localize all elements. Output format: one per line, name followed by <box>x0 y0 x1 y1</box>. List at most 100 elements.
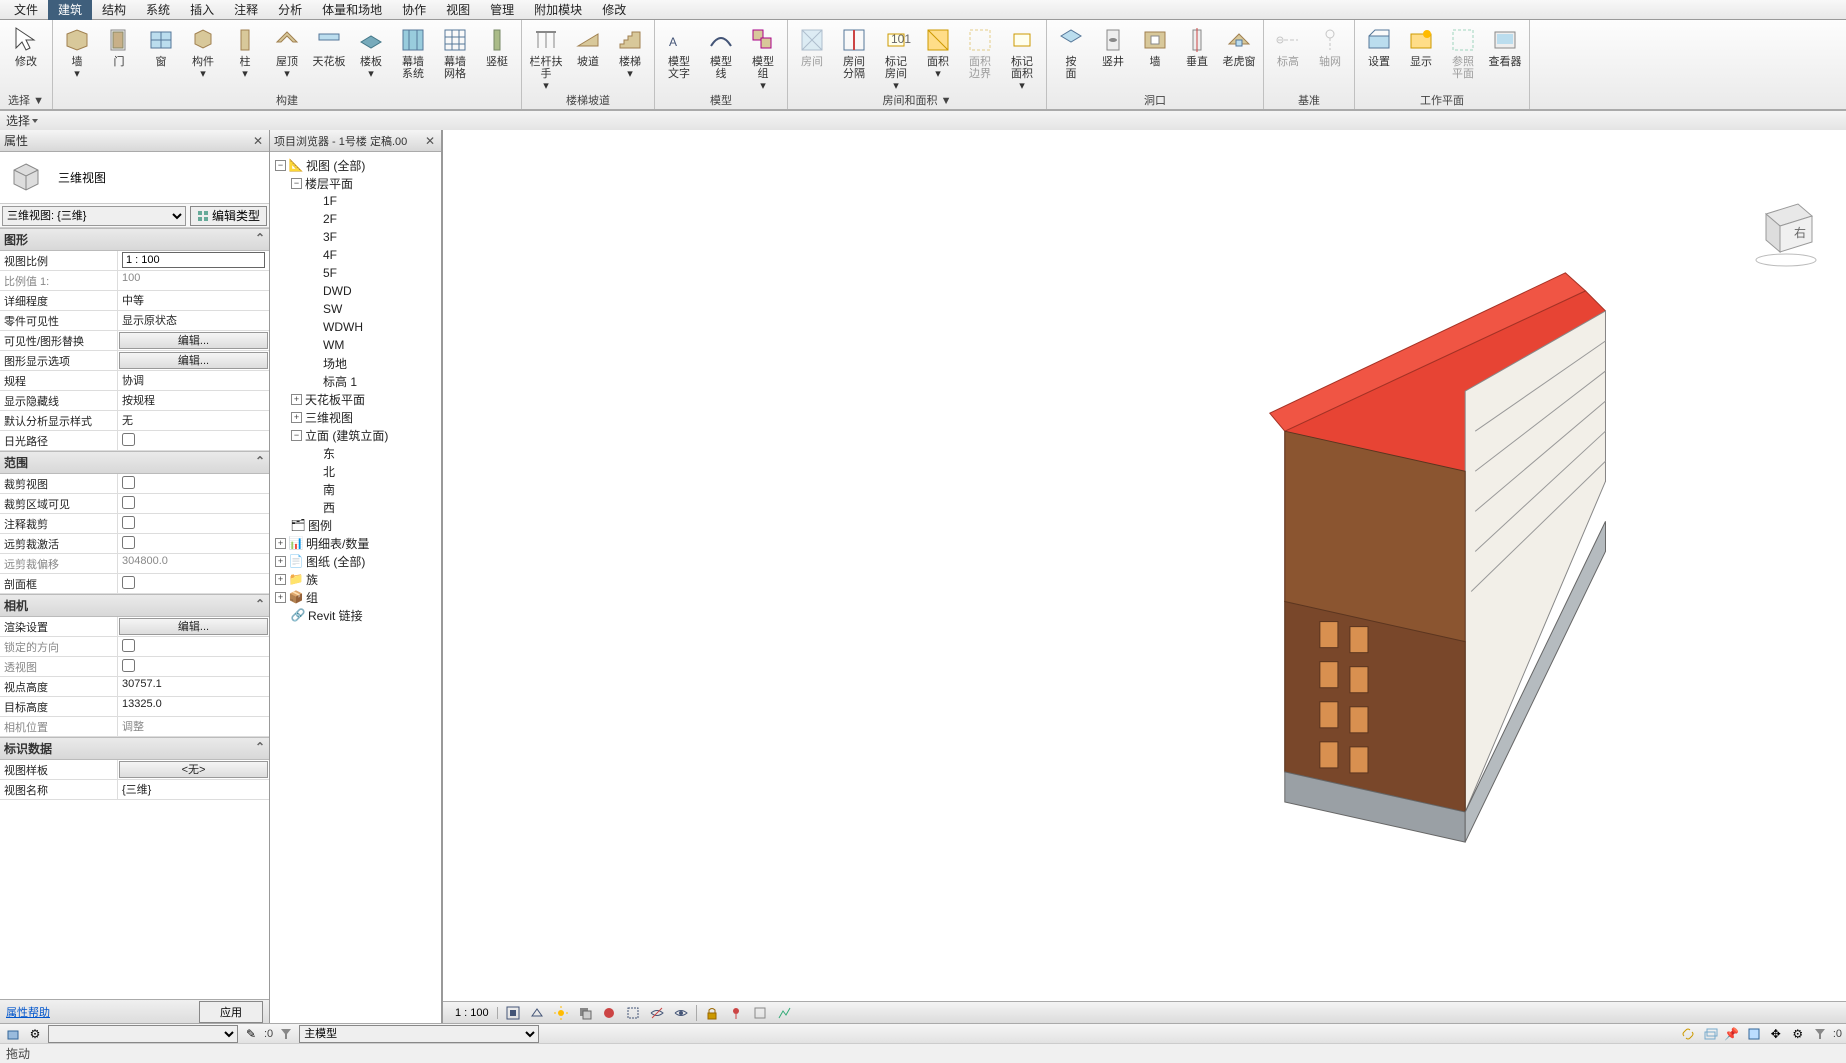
prop-checkbox[interactable] <box>118 494 269 513</box>
tool-ramp[interactable]: 坡道 <box>568 22 608 68</box>
prop-value[interactable]: 协调 <box>118 371 269 390</box>
tool-wallop[interactable]: 墙 <box>1135 22 1175 68</box>
tree-node[interactable]: +📄图纸 (全部) <box>272 552 439 570</box>
select-dropdown[interactable]: 选择 <box>6 112 38 129</box>
tree-node[interactable]: 2F <box>272 210 439 228</box>
detail-level-icon[interactable] <box>504 1005 522 1021</box>
prop-value[interactable]: 无 <box>118 411 269 430</box>
menu-视图[interactable]: 视图 <box>436 0 480 20</box>
select-links-icon[interactable] <box>1679 1026 1697 1042</box>
tool-group[interactable]: 模型 组 ▾ <box>743 22 783 92</box>
tree-node[interactable]: −立面 (建筑立面) <box>272 426 439 444</box>
workset-select[interactable] <box>48 1025 238 1043</box>
tree-node[interactable]: +三维视图 <box>272 408 439 426</box>
tool-shaft[interactable]: 竖井 <box>1093 22 1133 68</box>
menu-注释[interactable]: 注释 <box>224 0 268 20</box>
drag-icon[interactable]: ✥ <box>1767 1026 1785 1042</box>
prop-checkbox[interactable] <box>118 514 269 533</box>
prop-group-范围[interactable]: 范围⌃ <box>0 451 269 474</box>
tree-node[interactable]: 3F <box>272 228 439 246</box>
tool-area[interactable]: 面积 ▾ <box>918 22 958 80</box>
filter-count-icon[interactable] <box>1811 1026 1829 1042</box>
instance-selector[interactable]: 三维视图: {三维} <box>2 206 186 226</box>
visual-style-icon[interactable] <box>528 1005 546 1021</box>
prop-button[interactable]: 编辑... <box>119 332 268 349</box>
prop-value[interactable]: 中等 <box>118 291 269 310</box>
menu-修改[interactable]: 修改 <box>592 0 636 20</box>
menu-结构[interactable]: 结构 <box>92 0 136 20</box>
tool-roomsep[interactable]: 房间 分隔 <box>834 22 874 80</box>
workset-icon[interactable] <box>4 1026 22 1042</box>
tree-node[interactable]: +📦组 <box>272 588 439 606</box>
tree-node[interactable]: −楼层平面 <box>272 174 439 192</box>
tool-floor[interactable]: 楼板 ▾ <box>351 22 391 80</box>
tool-ceiling[interactable]: 天花板 <box>309 22 349 68</box>
tool-stair[interactable]: 楼梯 ▾ <box>610 22 650 80</box>
3d-view[interactable]: 右 1 : 100 <box>442 130 1846 1023</box>
render-icon[interactable] <box>600 1005 618 1021</box>
prop-value[interactable]: 按规程 <box>118 391 269 410</box>
close-icon[interactable]: ✕ <box>251 134 265 148</box>
tree-node[interactable]: 1F <box>272 192 439 210</box>
reveal-icon[interactable] <box>672 1005 690 1021</box>
prop-checkbox[interactable] <box>118 474 269 493</box>
model-select[interactable]: 主模型 <box>299 1025 539 1043</box>
tree-toggle[interactable]: + <box>291 412 302 423</box>
filter-icon[interactable] <box>277 1026 295 1042</box>
pin-icon[interactable] <box>727 1005 745 1021</box>
tree-node[interactable]: +天花板平面 <box>272 390 439 408</box>
prop-group-标识数据[interactable]: 标识数据⌃ <box>0 737 269 760</box>
tool-curtain[interactable]: 幕墙 系统 <box>393 22 433 80</box>
tool-window[interactable]: 窗 <box>141 22 181 68</box>
prop-value[interactable]: 显示原状态 <box>118 311 269 330</box>
prop-checkbox[interactable] <box>118 534 269 553</box>
view-cube[interactable]: 右 <box>1746 190 1826 270</box>
menu-建筑[interactable]: 建筑 <box>48 0 92 20</box>
menu-系统[interactable]: 系统 <box>136 0 180 20</box>
prop-value[interactable]: 13325.0 <box>118 697 269 716</box>
tool-roof[interactable]: 屋顶 ▾ <box>267 22 307 80</box>
tree-node[interactable]: WDWH <box>272 318 439 336</box>
tool-column[interactable]: 柱 ▾ <box>225 22 265 80</box>
tool-comp[interactable]: 构件 ▾ <box>183 22 223 80</box>
tree-node[interactable]: +📊明细表/数量 <box>272 534 439 552</box>
tree-node[interactable]: SW <box>272 300 439 318</box>
apply-button[interactable]: 应用 <box>199 1001 263 1023</box>
tree-node[interactable]: 标高 1 <box>272 372 439 390</box>
tool-mullion[interactable]: 竖梃 <box>477 22 517 68</box>
prop-button[interactable]: 编辑... <box>119 618 268 635</box>
tree-node[interactable]: −📐视图 (全部) <box>272 156 439 174</box>
tool-wall[interactable]: 墙 ▾ <box>57 22 97 80</box>
tool-door[interactable]: 门 <box>99 22 139 68</box>
tree-node[interactable]: 4F <box>272 246 439 264</box>
tree-node[interactable]: 北 <box>272 462 439 480</box>
crop-icon[interactable] <box>624 1005 642 1021</box>
tree-toggle[interactable]: + <box>275 556 286 567</box>
tool-set[interactable]: 设置 <box>1359 22 1399 68</box>
select-face-icon[interactable] <box>1745 1026 1763 1042</box>
tree-toggle[interactable]: + <box>275 574 286 585</box>
select-underlay-icon[interactable] <box>1701 1026 1719 1042</box>
temp-hide-icon[interactable] <box>751 1005 769 1021</box>
tool-areatag[interactable]: 标记 面积 ▾ <box>1002 22 1042 92</box>
tree-node[interactable]: 场地 <box>272 354 439 372</box>
tool-viewer[interactable]: 查看器 <box>1485 22 1525 68</box>
prop-button[interactable]: 编辑... <box>119 352 268 369</box>
menu-附加模块[interactable]: 附加模块 <box>524 0 592 20</box>
menu-文件[interactable]: 文件 <box>4 0 48 20</box>
tree-toggle[interactable]: − <box>291 430 302 441</box>
sun-path-icon[interactable] <box>552 1005 570 1021</box>
select-pinned-icon[interactable]: 📌 <box>1723 1026 1741 1042</box>
tree-node[interactable]: 🗂图例 <box>272 516 439 534</box>
prop-input[interactable] <box>118 251 269 270</box>
tool-cursor[interactable]: 修改 <box>4 22 48 68</box>
menu-分析[interactable]: 分析 <box>268 0 312 20</box>
analytical-icon[interactable] <box>775 1005 793 1021</box>
menu-协作[interactable]: 协作 <box>392 0 436 20</box>
tree-node[interactable]: WM <box>272 336 439 354</box>
tree-node[interactable]: 5F <box>272 264 439 282</box>
prop-button[interactable]: <无> <box>119 761 268 778</box>
menu-体量和场地[interactable]: 体量和场地 <box>312 0 392 20</box>
shadows-icon[interactable] <box>576 1005 594 1021</box>
tree-toggle[interactable]: + <box>275 538 286 549</box>
